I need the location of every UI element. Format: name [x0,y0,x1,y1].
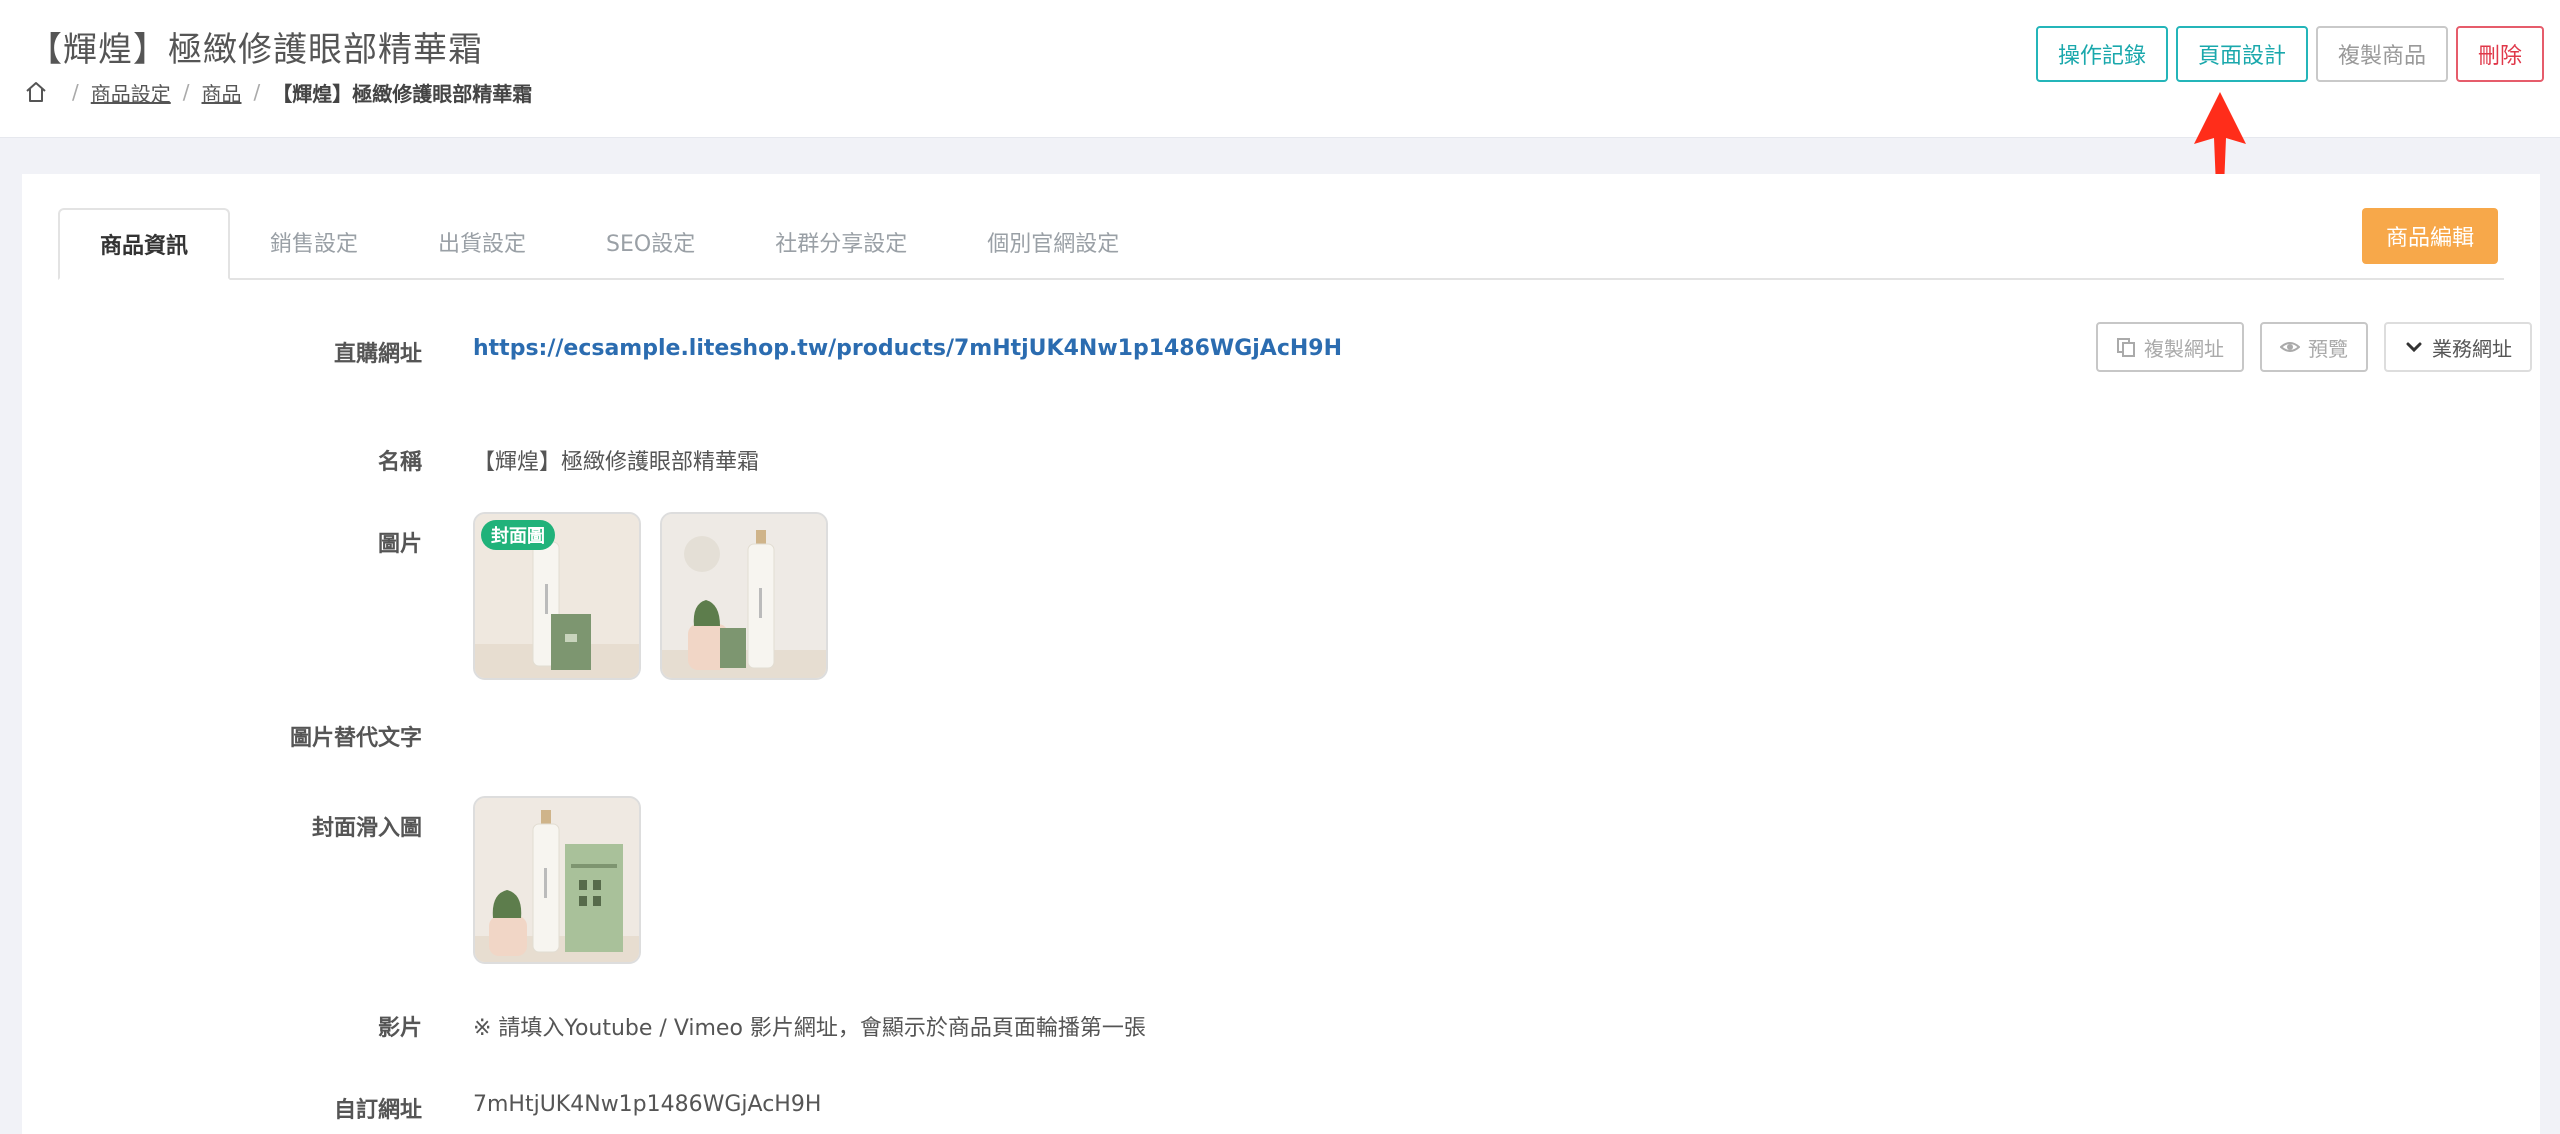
name-label: 名稱 [377,450,422,475]
business-url-label: 業務網址 [2432,338,2512,361]
copy-icon [2116,337,2136,357]
image-alt-label: 圖片替代文字 [289,726,422,751]
cover-hover-label: 封面滑入圖 [311,816,422,841]
tab-product-info[interactable]: 商品資訊 [58,208,231,280]
page-header: 【輝煌】極緻修護眼部精華霜 / 商品設定 / 商品 / 【輝煌】極緻修護眼部精華… [0,0,2560,138]
custom-url-label: 自訂網址 [333,1098,422,1123]
preview-label: 預覽 [2308,338,2348,361]
home-icon[interactable] [24,80,48,104]
delete-button[interactable]: 刪除 [2455,26,2544,82]
operation-log-button[interactable]: 操作記錄 [2035,26,2168,82]
tab-social-share-settings[interactable]: 社群分享設定 [735,206,947,278]
cover-badge: 封面圖 [481,520,555,550]
direct-url-link[interactable]: https://ecsample.liteshop.tw/products/7m… [473,336,1342,361]
tab-shipping-settings[interactable]: 出貨設定 [398,206,566,278]
breadcrumb-separator: / [182,80,190,104]
tab-site-settings[interactable]: 個別官網設定 [947,206,1159,278]
name-value: 【輝煌】極緻修護眼部精華霜 [473,450,760,475]
edit-product-button[interactable]: 商品編輯 [2361,208,2498,264]
product-card: 商品資訊 銷售設定 出貨設定 SEO設定 社群分享設定 個別官網設定 商品編輯 … [22,174,2540,1134]
custom-url-value: 7mHtjUK4Nw1p1486WGjAcH9H [473,1092,822,1117]
url-actions: 複製網址 預覽 業務網址 [2096,322,2532,372]
business-url-button[interactable]: 業務網址 [2384,322,2532,372]
cover-hover-image[interactable] [473,796,641,964]
copy-url-button[interactable]: 複製網址 [2096,322,2244,372]
breadcrumb-separator: / [253,80,261,104]
copy-product-button[interactable]: 複製商品 [2315,26,2448,82]
breadcrumb-separator: / [72,80,79,104]
tab-seo-settings[interactable]: SEO設定 [566,206,735,278]
header-actions: 操作記錄 頁面設計 複製商品 刪除 [2035,26,2544,82]
copy-url-label: 複製網址 [2144,338,2224,361]
product-image-1[interactable]: 封面圖 [473,512,641,680]
eye-icon [2280,337,2300,357]
product-image-2-illustration [662,514,826,678]
cover-hover-illustration [475,798,639,962]
images-label: 圖片 [377,532,422,557]
breadcrumb: / 商品設定 / 商品 / 【輝煌】極緻修護眼部精華霜 [24,76,532,108]
video-label: 影片 [377,1016,422,1041]
video-hint: ※ 請填入Youtube / Vimeo 影片網址，會顯示於商品頁面輪播第一張 [473,1016,1146,1041]
breadcrumb-current: 【輝煌】極緻修護眼部精華霜 [272,81,533,106]
chevron-down-icon [2404,337,2424,357]
breadcrumb-products[interactable]: 商品 [202,78,242,107]
page-title: 【輝煌】極緻修護眼部精華霜 [28,30,483,70]
preview-button[interactable]: 預覽 [2260,322,2368,372]
tab-bar: 商品資訊 銷售設定 出貨設定 SEO設定 社群分享設定 個別官網設定 [58,208,2504,280]
direct-url-label: 直購網址 [333,342,422,367]
page-design-button[interactable]: 頁面設計 [2175,26,2308,82]
tab-sales-settings[interactable]: 銷售設定 [230,206,398,278]
product-image-2[interactable] [660,512,828,680]
breadcrumb-product-settings[interactable]: 商品設定 [91,78,171,107]
